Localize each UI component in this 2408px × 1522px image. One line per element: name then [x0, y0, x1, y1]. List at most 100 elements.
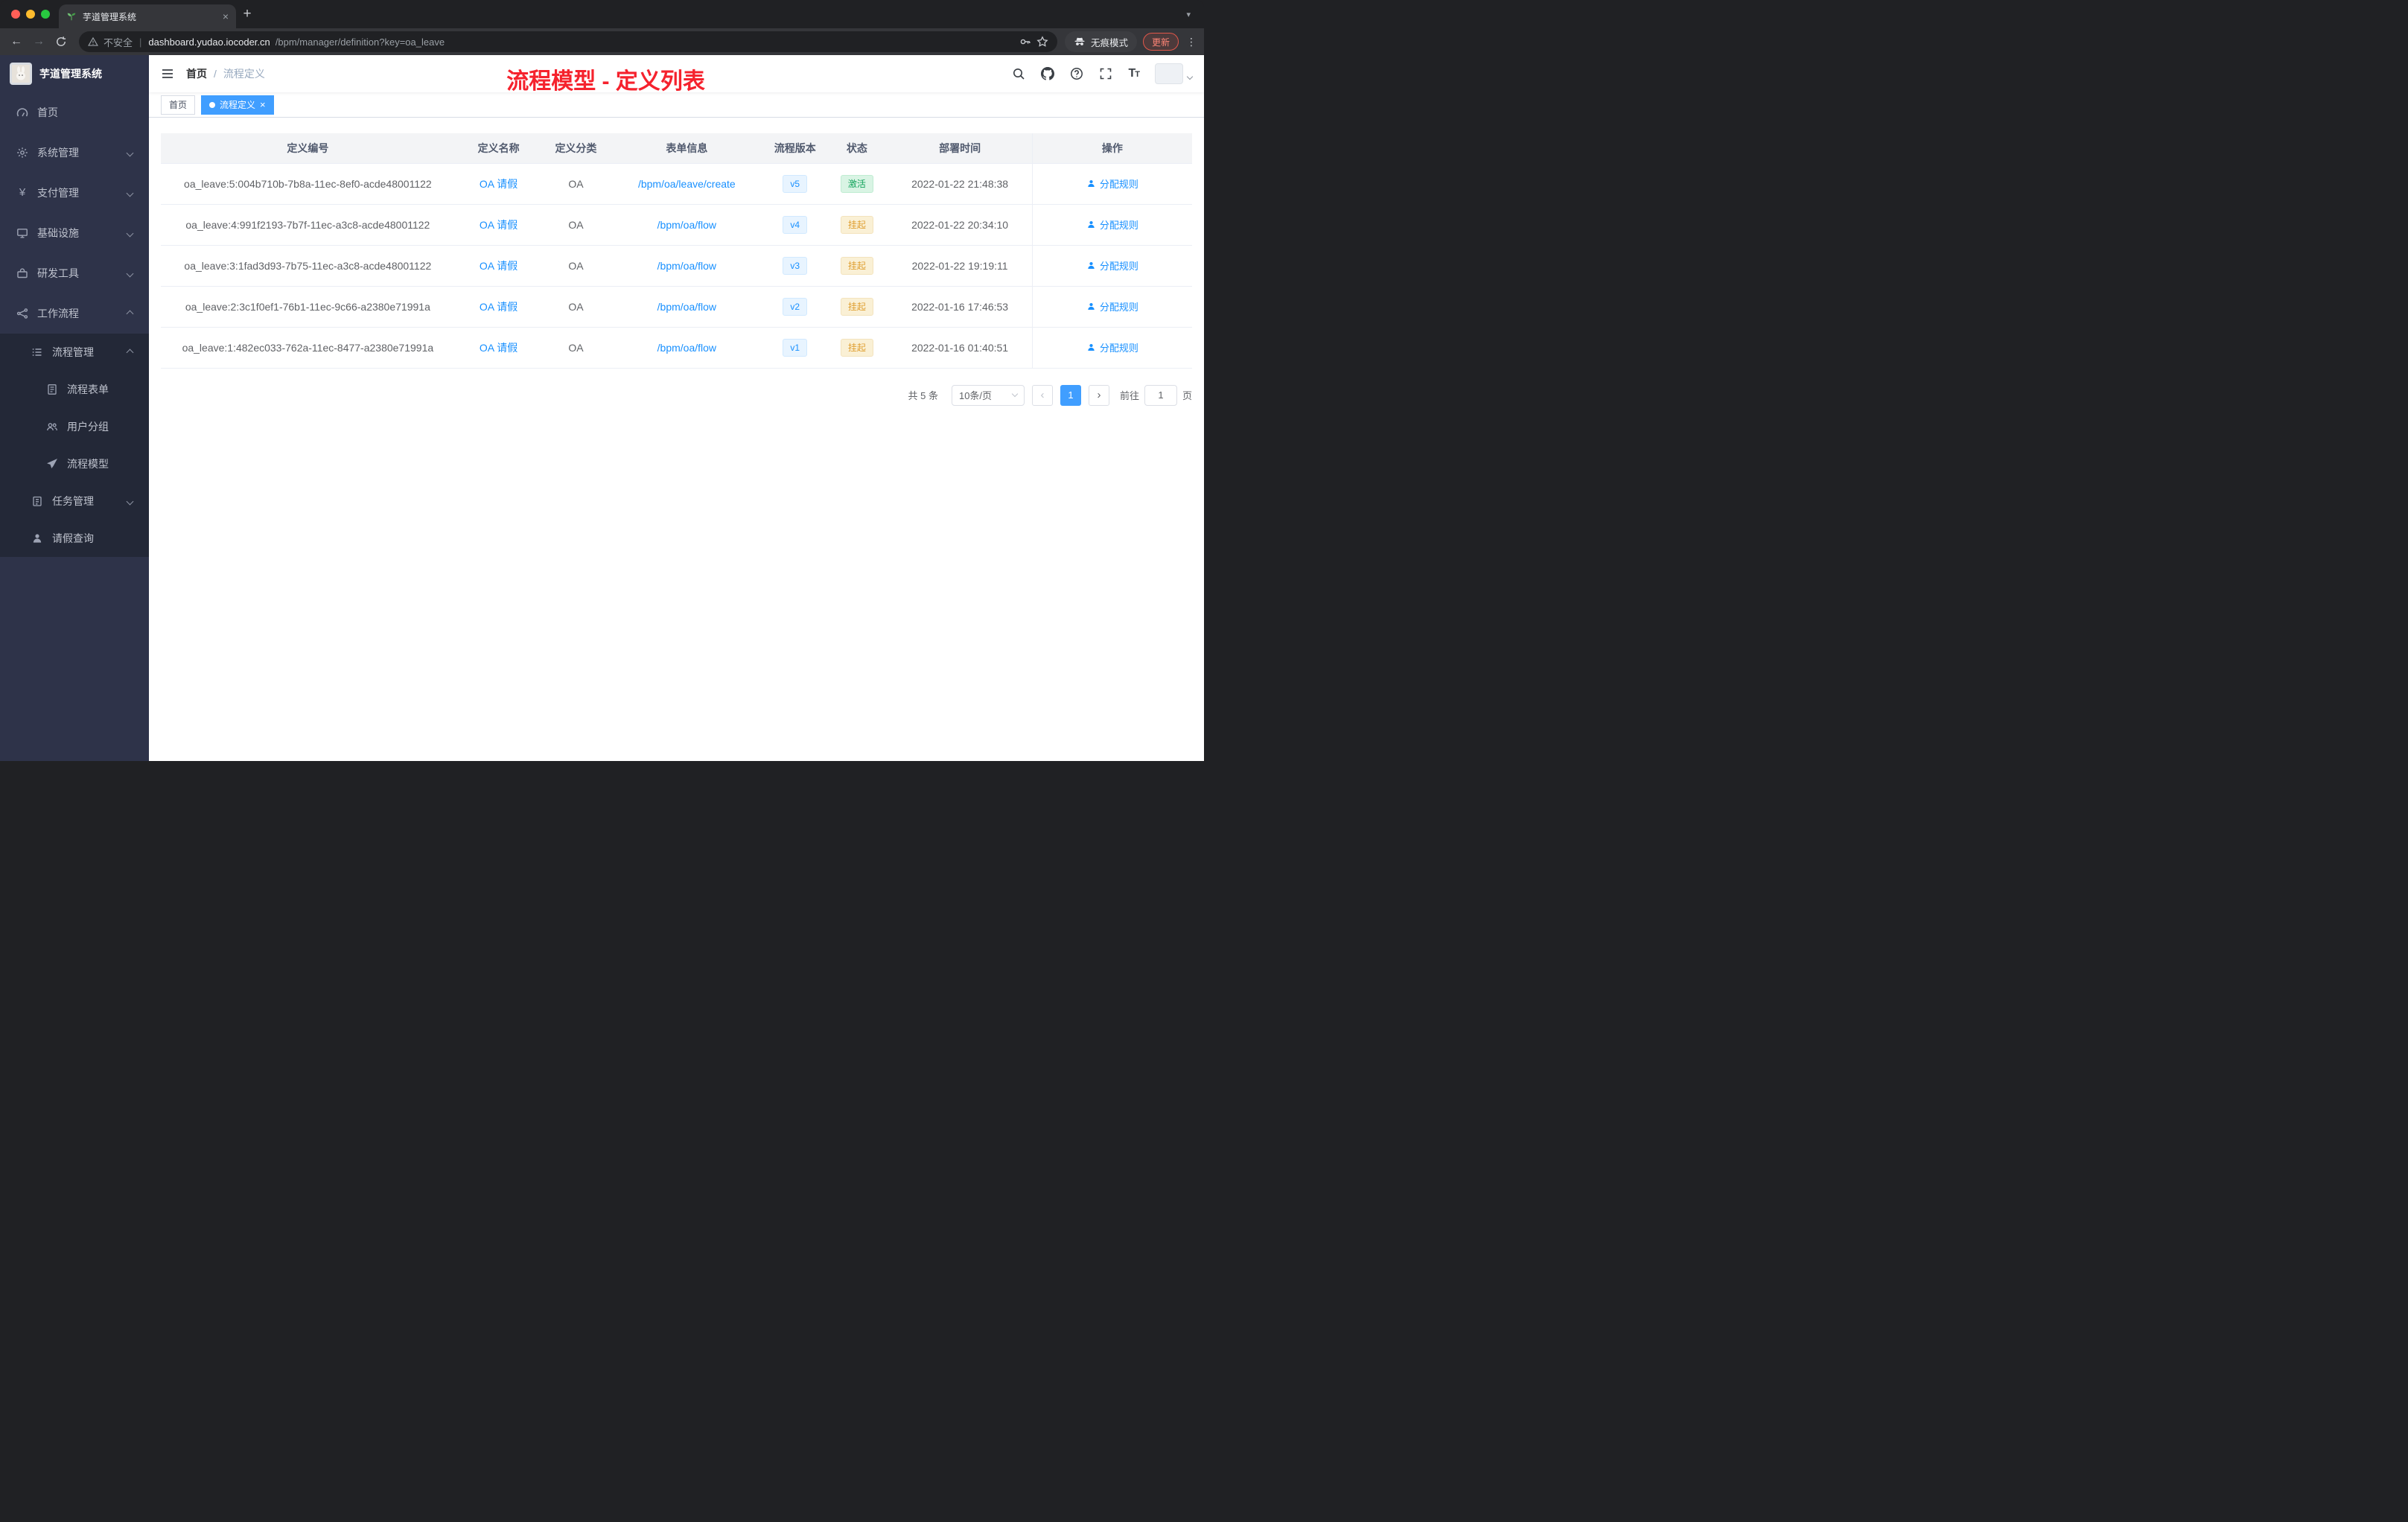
navbar-actions: TT [1012, 63, 1194, 84]
sidebar-item-infrastructure[interactable]: 基础设施 [0, 213, 149, 253]
table-row: oa_leave:2:3c1f0ef1-76b1-11ec-9c66-a2380… [161, 286, 1192, 328]
close-window-button[interactable] [11, 10, 20, 19]
page-size-select[interactable]: 10条/页 [951, 384, 1025, 406]
breadcrumb-current: 流程定义 [223, 68, 265, 80]
update-chrome-button[interactable]: 更新 [1142, 33, 1179, 51]
status-badge: 挂起 [840, 297, 873, 316]
cell-category: OA [542, 204, 610, 246]
cell-category: OA [542, 286, 610, 328]
chevron-down-icon [126, 270, 134, 277]
user-icon [31, 532, 43, 544]
assign-rule-button[interactable]: 分配规则 [1086, 217, 1138, 232]
sidebar-item-label: 工作流程 [37, 308, 79, 319]
form-link[interactable]: /bpm/oa/leave/create [638, 178, 736, 190]
browser-window: 芋道管理系统 × + ▾ ← → 不安全 | dashboard.yudao.i… [0, 0, 1204, 761]
sidebar-item-workflow[interactable]: 工作流程 [0, 293, 149, 334]
cell-deploy-time: 2022-01-22 20:34:10 [888, 204, 1033, 246]
github-icon[interactable] [1041, 67, 1055, 80]
tab-close-icon[interactable]: × [223, 10, 229, 22]
users-icon [46, 421, 58, 433]
col-deploy-time: 部署时间 [888, 133, 1033, 164]
send-icon [46, 458, 58, 470]
tag-home[interactable]: 首页 [161, 95, 196, 115]
font-size-icon[interactable]: TT [1128, 67, 1139, 80]
sidebar-item-process-form[interactable]: 流程表单 [0, 371, 149, 408]
gear-icon [16, 147, 28, 159]
definition-name-link[interactable]: OA 请假 [480, 178, 517, 190]
forward-button[interactable]: → [28, 31, 49, 52]
goto-label: 前往 [1119, 390, 1139, 401]
definition-name-link[interactable]: OA 请假 [480, 342, 517, 354]
chevron-down-icon [1186, 73, 1194, 80]
cell-definition-id: oa_leave:2:3c1f0ef1-76b1-11ec-9c66-a2380… [161, 286, 455, 328]
pagination: 共 5 条 10条/页 ‹ 1 › 前往 1 页 [161, 384, 1192, 406]
bookmark-star-icon[interactable] [1036, 36, 1048, 48]
form-link[interactable]: /bpm/oa/flow [657, 301, 716, 313]
assign-rule-button[interactable]: 分配规则 [1086, 340, 1138, 354]
sidebar-item-user-group[interactable]: 用户分组 [0, 408, 149, 445]
dashboard-icon [16, 106, 28, 118]
browser-menu-icon[interactable]: ⋮ [1185, 36, 1198, 48]
key-icon[interactable] [1019, 36, 1031, 48]
version-badge: v3 [783, 256, 808, 275]
sidebar-item-home[interactable]: 首页 [0, 92, 149, 133]
prev-page-button[interactable]: ‹ [1031, 384, 1053, 406]
back-button[interactable]: ← [6, 31, 27, 52]
page-size-value: 10条/页 [958, 390, 993, 401]
reload-button[interactable] [51, 31, 71, 52]
goto-page: 前往 1 页 [1119, 384, 1192, 406]
status-badge: 挂起 [840, 256, 873, 275]
assign-rule-button[interactable]: 分配规则 [1086, 176, 1138, 191]
tab-search-chevron-icon[interactable]: ▾ [1173, 10, 1204, 19]
sidebar-item-task-management[interactable]: 任务管理 [0, 483, 149, 520]
breadcrumb-home[interactable]: 首页 [186, 66, 207, 81]
minimize-window-button[interactable] [26, 10, 35, 19]
tag-close-icon[interactable]: × [260, 100, 266, 109]
sidebar-item-system[interactable]: 系统管理 [0, 133, 149, 173]
form-link[interactable]: /bpm/oa/flow [657, 342, 716, 354]
sidebar-logo[interactable]: 芋道管理系统 [0, 55, 149, 92]
assign-rule-button[interactable]: 分配规则 [1086, 258, 1138, 273]
person-icon [1088, 302, 1095, 311]
zoom-window-button[interactable] [41, 10, 50, 19]
goto-page-input[interactable]: 1 [1144, 384, 1177, 406]
sidebar-item-label: 用户分组 [67, 421, 109, 433]
sidebar-item-leave-query[interactable]: 请假查询 [0, 520, 149, 557]
address-bar[interactable]: 不安全 | dashboard.yudao.iocoder.cn /bpm/ma… [79, 31, 1057, 52]
assign-rule-button[interactable]: 分配规则 [1086, 299, 1138, 313]
hamburger-icon[interactable] [161, 67, 174, 80]
security-label[interactable]: 不安全 [103, 35, 133, 49]
warning-icon [88, 36, 98, 47]
top-navbar: 首页 / 流程定义 TT 流程模型 - 定义列表 [149, 55, 1204, 94]
browser-tab[interactable]: 芋道管理系统 × [59, 4, 236, 28]
definition-name-link[interactable]: OA 请假 [480, 301, 517, 313]
sidebar-item-payment[interactable]: ¥ 支付管理 [0, 173, 149, 213]
definition-name-link[interactable]: OA 请假 [480, 260, 517, 272]
form-link[interactable]: /bpm/oa/flow [657, 219, 716, 231]
page-number-button[interactable]: 1 [1060, 384, 1081, 406]
incognito-label: 无痕模式 [1090, 37, 1128, 48]
user-avatar-menu[interactable] [1155, 63, 1194, 84]
table-row: oa_leave:1:482ec033-762a-11ec-8477-a2380… [161, 327, 1192, 369]
window-controls [0, 0, 59, 28]
form-link[interactable]: /bpm/oa/flow [657, 260, 716, 272]
update-label: 更新 [1151, 36, 1170, 48]
search-icon[interactable] [1012, 67, 1025, 80]
cell-deploy-time: 2022-01-22 19:19:11 [888, 245, 1033, 287]
sidebar-item-process-model[interactable]: 流程模型 [0, 445, 149, 483]
breadcrumb: 首页 / 流程定义 [186, 66, 265, 81]
definition-name-link[interactable]: OA 请假 [480, 219, 517, 231]
status-badge: 挂起 [840, 338, 873, 357]
version-badge: v1 [783, 338, 808, 357]
table-row: oa_leave:3:1fad3d93-7b75-11ec-a3c8-acde4… [161, 245, 1192, 287]
new-tab-button[interactable]: + [236, 3, 258, 25]
fullscreen-icon[interactable] [1099, 67, 1112, 80]
yen-icon: ¥ [19, 186, 26, 199]
help-icon[interactable] [1070, 67, 1083, 80]
next-page-button[interactable]: › [1088, 384, 1109, 406]
sidebar-item-dev-tools[interactable]: 研发工具 [0, 253, 149, 293]
person-icon [1088, 179, 1095, 188]
tag-process-definition[interactable]: 流程定义 × [201, 95, 274, 115]
definition-table: 定义编号 定义名称 定义分类 表单信息 流程版本 状态 部署时间 操作 oa_l [161, 133, 1192, 369]
sidebar-item-process-management[interactable]: 流程管理 [0, 334, 149, 371]
